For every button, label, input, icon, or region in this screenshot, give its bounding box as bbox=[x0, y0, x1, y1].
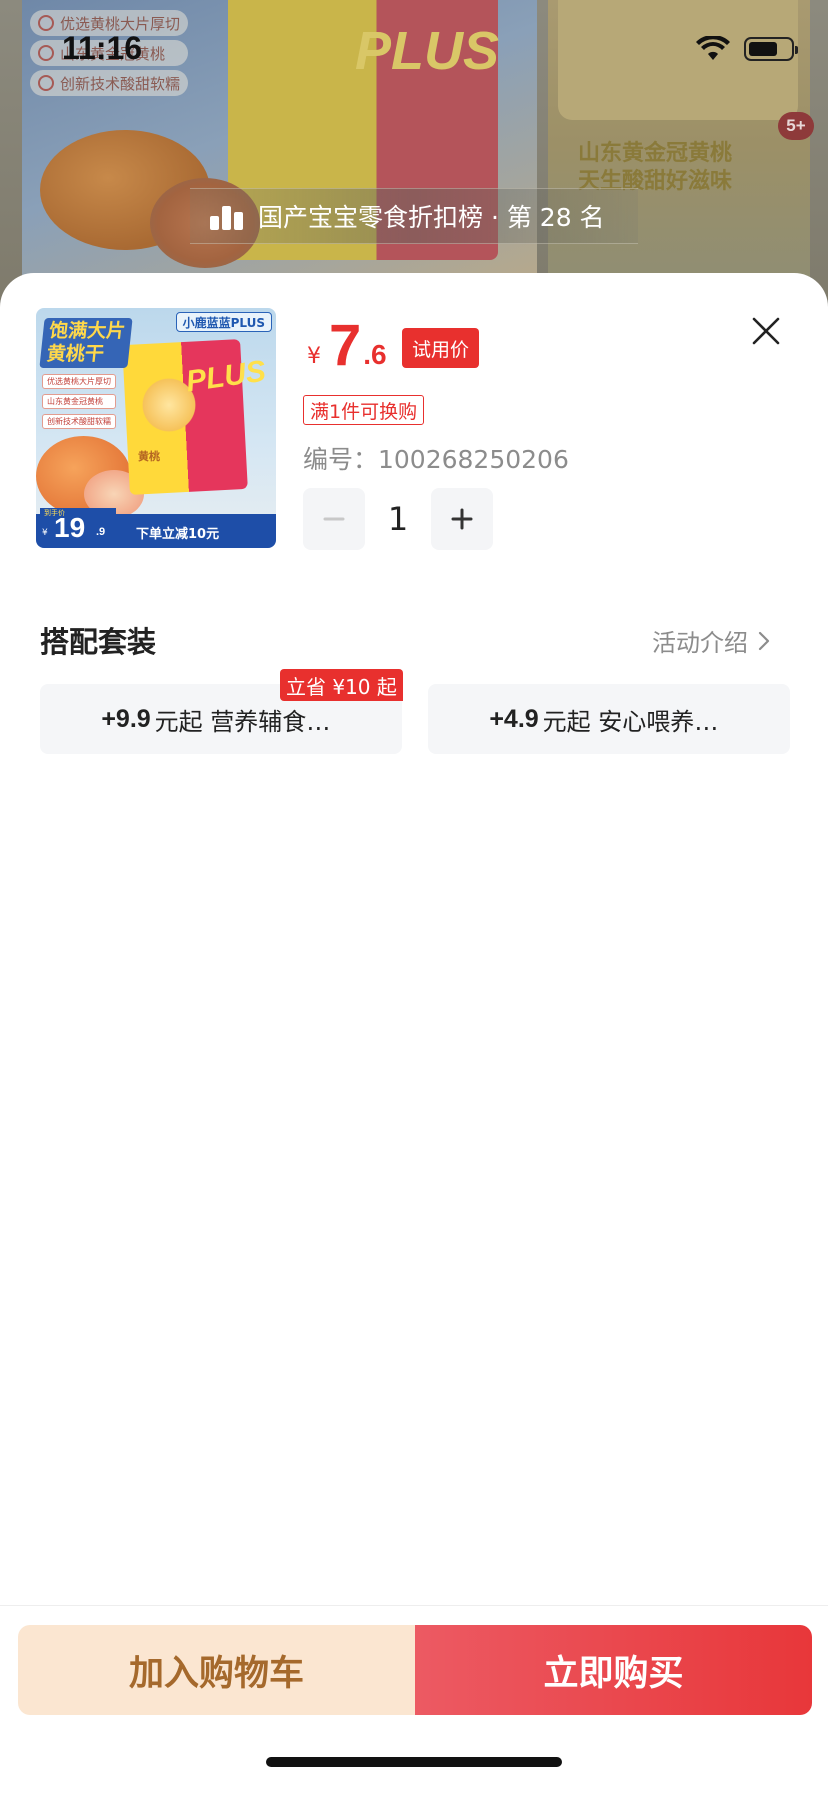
quantity-stepper: 1 bbox=[303, 488, 493, 550]
thumbnail-headline: 饱满大片 黄桃干 bbox=[39, 318, 133, 368]
combo-card-text: 元起 安心喂养好… bbox=[542, 707, 729, 736]
combo-card-price: +4.9 bbox=[489, 704, 539, 733]
quantity-value[interactable]: 1 bbox=[365, 500, 431, 538]
bar-chart-icon bbox=[210, 202, 244, 230]
bottom-divider bbox=[0, 1605, 828, 1606]
check-circle-icon bbox=[38, 45, 54, 61]
background-feature-item: 创新技术酸甜软糯 bbox=[30, 70, 189, 96]
price-integer: 7 bbox=[329, 313, 362, 378]
buy-now-button[interactable]: 立即购买 bbox=[415, 1625, 812, 1715]
activity-intro-link[interactable]: 活动介绍 bbox=[652, 623, 770, 658]
image-count-badge: 5+ bbox=[778, 112, 814, 140]
add-to-cart-button[interactable]: 加入购物车 bbox=[18, 1625, 415, 1715]
status-icons bbox=[696, 36, 798, 62]
redeem-condition-tag: 满1件可换购 bbox=[303, 395, 425, 425]
combo-card-price: +9.9 bbox=[101, 704, 151, 733]
quantity-increase-button[interactable] bbox=[431, 488, 493, 550]
thumbnail-feature-item: 山东黄金冠黄桃 bbox=[42, 394, 116, 409]
combo-card[interactable]: +4.9 元起 安心喂养好… bbox=[428, 684, 790, 754]
price-currency: ¥ bbox=[307, 344, 321, 369]
thumbnail-brand: 小鹿蓝蓝PLUS bbox=[175, 312, 272, 332]
check-circle-icon bbox=[38, 15, 54, 31]
battery-icon bbox=[744, 37, 798, 61]
save-badge: 立省 ¥10 起 bbox=[280, 669, 403, 701]
thumbnail-feature-item: 创新技术酸甜软糯 bbox=[42, 414, 116, 429]
chevron-right-icon bbox=[758, 631, 770, 650]
thumbnail-promo: 下单立减10元 bbox=[136, 527, 220, 542]
price: ¥ 7 .6 bbox=[307, 317, 387, 375]
background-pack-text: PLUS bbox=[355, 21, 500, 81]
activity-intro-label: 活动介绍 bbox=[652, 629, 748, 657]
combo-card-text: 元起 营养辅食一… bbox=[154, 707, 341, 736]
action-bar: 加入购物车 立即购买 bbox=[18, 1625, 812, 1715]
thumbnail-pack-name: 黄桃 bbox=[138, 450, 160, 463]
thumbnail-price-tag: 到手价 ¥ 19 .9 bbox=[40, 508, 116, 544]
wifi-icon bbox=[696, 36, 730, 60]
thumbnail-feature-list: 优选黄桃大片厚切 山东黄金冠黄桃 创新技术酸甜软糯 bbox=[42, 374, 116, 434]
close-icon[interactable] bbox=[748, 313, 784, 349]
ranking-banner[interactable]: 国产宝宝零食折扣榜 · 第 28 名 bbox=[190, 188, 638, 244]
sku-number: 编号：100268250206 bbox=[303, 445, 569, 474]
home-indicator[interactable] bbox=[266, 1757, 562, 1767]
product-thumbnail[interactable]: PLUS 黄桃 小鹿蓝蓝PLUS 饱满大片 黄桃干 优选黄桃大片厚切 山东黄金冠… bbox=[36, 308, 276, 548]
combo-section-title: 搭配套装 bbox=[40, 625, 157, 659]
sku-selection-sheet: PLUS 黄桃 小鹿蓝蓝PLUS 饱满大片 黄桃干 优选黄桃大片厚切 山东黄金冠… bbox=[0, 273, 828, 1793]
price-decimal: .6 bbox=[363, 339, 387, 370]
minus-icon bbox=[323, 517, 345, 521]
quantity-decrease-button[interactable] bbox=[303, 488, 365, 550]
thumbnail-feature-item: 优选黄桃大片厚切 bbox=[42, 374, 116, 389]
check-circle-icon bbox=[38, 75, 54, 91]
status-time: 11:16 bbox=[62, 30, 143, 66]
plus-icon bbox=[451, 508, 473, 530]
ranking-text: 国产宝宝零食折扣榜 · 第 28 名 bbox=[258, 203, 605, 232]
trial-price-tag: 试用价 bbox=[402, 328, 480, 368]
